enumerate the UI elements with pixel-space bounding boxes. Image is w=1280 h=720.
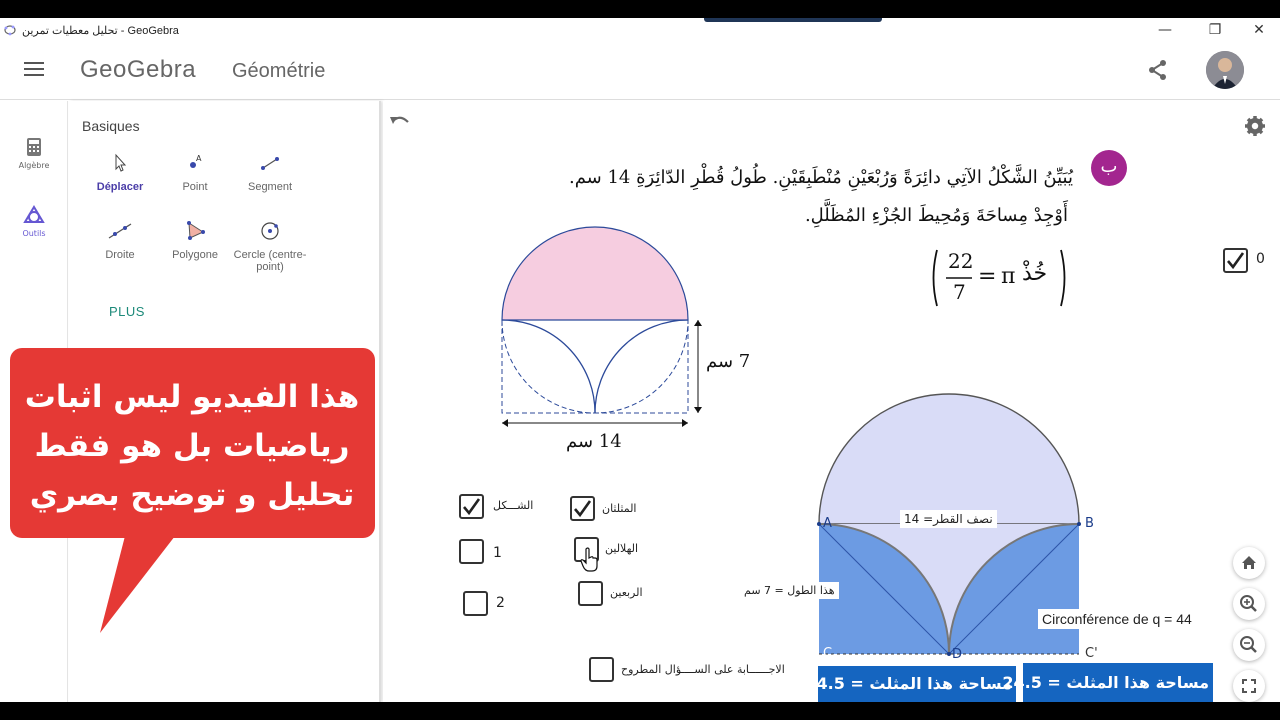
length-label: هذا الطول = 7 سم <box>740 582 839 599</box>
window-title: تحليل معطيات تمرين - GeoGebra <box>22 25 179 37</box>
rail-tools[interactable]: Outils <box>0 205 68 238</box>
hamburger-menu-icon[interactable] <box>24 62 44 78</box>
tool-segment[interactable]: Segment <box>231 153 309 193</box>
calculator-icon <box>27 138 41 156</box>
checkmark-icon <box>1227 252 1245 270</box>
checkbox-triangles-label: المثلثان <box>602 502 637 515</box>
rail-tools-label: Outils <box>22 229 46 238</box>
callout-line-1: هذا الفيديو ليس اثبات <box>24 379 360 415</box>
triangle-area-right: مساحة هذا المثلث = 24.5 <box>1002 663 1213 702</box>
rail-algebra-label: Algèbre <box>18 161 50 170</box>
title-bar: تحليل معطيات تمرين - GeoGebra — ❐ ✕ <box>0 18 1280 42</box>
more-tools-button[interactable]: PLUS <box>109 304 145 319</box>
segment-icon <box>261 157 279 170</box>
tool-circle-label: Cercle (centre-point) <box>233 249 307 273</box>
app-window: تحليل معطيات تمرين - GeoGebra — ❐ ✕ GeoG… <box>0 18 1280 702</box>
undo-icon[interactable] <box>389 113 411 129</box>
hand-cursor-icon <box>580 547 598 572</box>
zoom-out-button[interactable] <box>1233 629 1265 661</box>
hint-word: خُذْ <box>1022 261 1048 286</box>
tool-line-label: Droite <box>105 249 135 261</box>
exercise-badge: ب <box>1091 150 1127 186</box>
minimize-button[interactable]: — <box>1150 20 1180 40</box>
checkbox-answer-label: الاجــــــابة على الســــؤال المطروح <box>621 663 785 676</box>
point-b-label: B <box>1085 516 1094 531</box>
user-avatar[interactable] <box>1206 51 1244 89</box>
geogebra-logo: GeoGebra <box>80 56 197 83</box>
dimension-width-label: 14 سم <box>566 431 622 452</box>
hint-pi: π <box>1001 264 1016 289</box>
line-icon <box>108 223 132 239</box>
app-header: GeoGebra Géométrie <box>0 42 1280 100</box>
move-arrow-icon <box>115 153 127 172</box>
home-button[interactable] <box>1233 547 1265 579</box>
checkbox-shape-label: الشـــكل <box>493 499 534 512</box>
pi-hint: 22 7 = π خُذْ <box>928 247 1068 309</box>
hint-equals: = <box>978 264 997 289</box>
zoom-in-button[interactable] <box>1233 588 1265 620</box>
checkbox-quarters-label: الربعين <box>610 586 643 599</box>
circle-center-point-icon <box>261 222 279 240</box>
zoom-in-icon <box>1240 595 1257 612</box>
circumference-label: Circonférence de q = 44 <box>1038 609 1196 629</box>
fullscreen-button[interactable] <box>1233 670 1265 702</box>
radius-label: نصف القطر= 14 <box>900 510 997 528</box>
point-d-label: D <box>952 647 963 662</box>
callout-line-2: رياضيات بل هو فقط <box>34 428 350 464</box>
fullscreen-icon <box>1242 679 1256 693</box>
polygon-icon <box>187 221 205 240</box>
hint-denominator: 7 <box>953 280 966 304</box>
tool-move-label: Déplacer <box>96 181 144 193</box>
share-icon[interactable] <box>1146 58 1170 82</box>
checkmark-icon <box>574 500 592 518</box>
dimension-height-label: 7 سم <box>706 351 751 372</box>
app-name: Géométrie <box>232 60 326 82</box>
checkbox-answer[interactable] <box>589 657 614 682</box>
checkbox-2[interactable] <box>463 591 488 616</box>
tool-segment-label: Segment <box>247 181 293 193</box>
point-cprime-label: C' <box>1085 646 1098 661</box>
tool-polygon-label: Polygone <box>172 249 218 261</box>
tool-line[interactable]: Droite <box>81 221 159 261</box>
rail-algebra[interactable]: Algèbre <box>0 137 68 170</box>
textbook-figure <box>501 226 702 427</box>
maximize-button[interactable]: ❐ <box>1200 20 1230 40</box>
checkbox-1-label: 1 <box>493 545 502 561</box>
checkbox-quarters[interactable] <box>578 581 603 606</box>
point-a-label: A <box>823 516 832 531</box>
triangle-area-left: مساحة هذا المثلث = 24.5 <box>805 666 1016 702</box>
tool-polygon[interactable]: Polygone <box>156 221 234 261</box>
checkbox-crescents-label: الهلالين <box>605 542 639 555</box>
graphics-view[interactable]: ب يُبَيِّنُ الشَّكْلُ الآتِي دائِرَةً وَ… <box>383 101 1280 702</box>
checkbox-triangles[interactable] <box>570 496 595 521</box>
tool-move[interactable]: Déplacer <box>81 153 159 193</box>
close-button[interactable]: ✕ <box>1244 20 1274 40</box>
checkbox-2-label: 2 <box>496 595 505 611</box>
tool-point[interactable]: A Point <box>156 153 234 193</box>
tool-point-label: Point <box>182 181 208 193</box>
zoom-out-icon <box>1240 636 1257 653</box>
geogebra-app-icon <box>4 25 16 36</box>
settings-gear-icon[interactable] <box>1244 115 1266 137</box>
tools-icon <box>23 205 45 223</box>
point-c1-label: C1 <box>823 646 838 664</box>
drag-handle[interactable] <box>704 18 882 22</box>
problem-line-1: يُبَيِّنُ الشَّكْلُ الآتِي دائِرَةً وَرُ… <box>568 167 1073 188</box>
hint-numerator: 22 <box>948 249 974 273</box>
callout-text: هذا الفيديو ليس اثبات رياضيات بل هو فقط … <box>14 373 370 520</box>
checkbox-1[interactable] <box>459 539 484 564</box>
home-icon <box>1242 556 1256 569</box>
checkbox-shape[interactable] <box>459 494 484 519</box>
callout-line-3: تحليل و توضيح بصري <box>29 477 355 513</box>
checkmark-icon <box>463 498 481 516</box>
tool-category-title: Basiques <box>82 118 140 134</box>
checkbox-0[interactable] <box>1223 248 1248 273</box>
tool-circle[interactable]: Cercle (centre-point) <box>231 221 309 273</box>
svg-text:A: A <box>196 154 202 163</box>
checkbox-0-label: 0 <box>1256 251 1265 267</box>
geogebra-construction <box>817 393 1081 656</box>
point-icon: A <box>190 154 202 168</box>
